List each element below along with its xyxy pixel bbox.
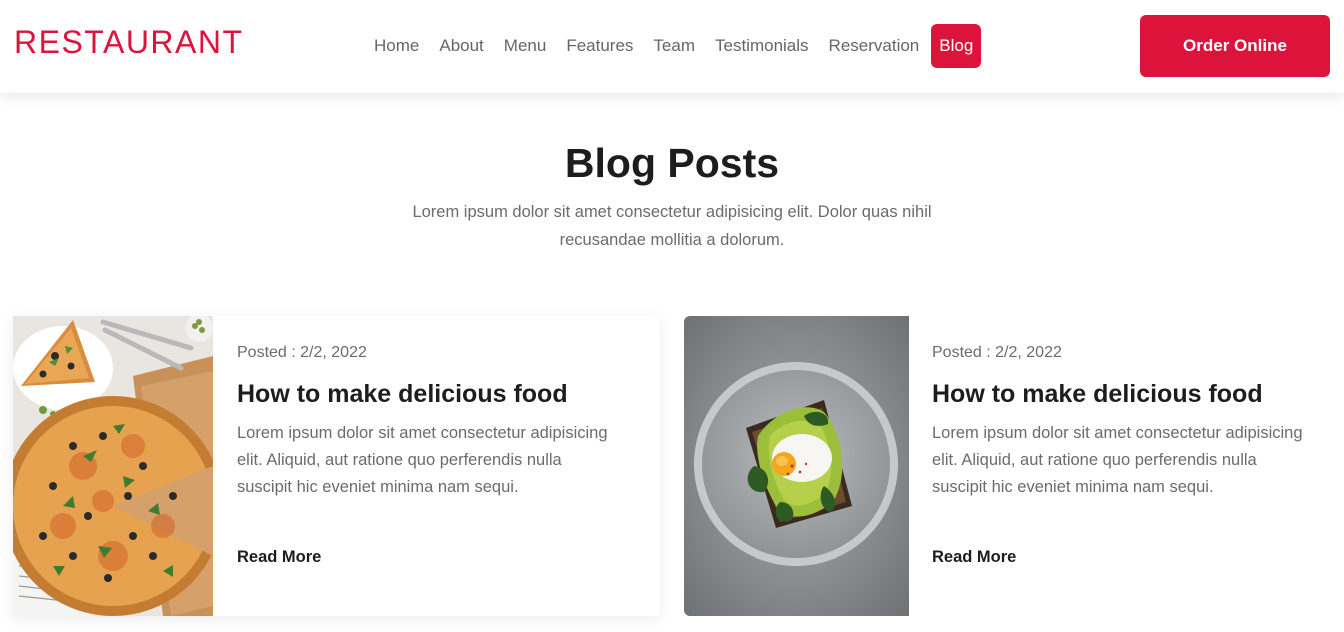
section-title: Blog Posts xyxy=(564,140,780,186)
nav-reservation[interactable]: Reservation xyxy=(819,24,930,68)
nav-blog[interactable]: Blog xyxy=(931,24,982,68)
order-online-button[interactable]: Order Online xyxy=(1140,15,1330,77)
nav-menu[interactable]: Menu xyxy=(494,24,557,68)
nav-team[interactable]: Team xyxy=(643,24,705,68)
avocado-toast-image xyxy=(684,316,909,616)
read-more-link[interactable]: Read More xyxy=(932,548,1016,567)
pizza-photo[interactable] xyxy=(13,316,213,616)
nav-testimonials[interactable]: Testimonials xyxy=(705,24,819,68)
blog-card: Posted : 2/2, 2022 How to make delicious… xyxy=(13,316,660,616)
post-title[interactable]: How to make delicious food xyxy=(237,380,568,409)
section-subtitle: Lorem ipsum dolor sit amet consectetur a… xyxy=(412,203,932,249)
site-header: RESTAURANT Home About Menu Features Team… xyxy=(0,0,1344,93)
post-excerpt: Lorem ipsum dolor sit amet consectetur a… xyxy=(932,424,1303,496)
nav-about[interactable]: About xyxy=(429,24,493,68)
nav-features[interactable]: Features xyxy=(556,24,643,68)
nav-home[interactable]: Home xyxy=(364,24,429,68)
avocado-toast-photo[interactable] xyxy=(684,316,909,616)
main-nav: Home About Menu Features Team Testimonia… xyxy=(364,24,982,68)
post-date: Posted : 2/2, 2022 xyxy=(237,344,367,361)
pizza-image xyxy=(13,316,213,616)
post-title[interactable]: How to make delicious food xyxy=(932,380,1263,409)
read-more-link[interactable]: Read More xyxy=(237,548,321,567)
post-excerpt: Lorem ipsum dolor sit amet consectetur a… xyxy=(237,424,608,496)
post-date: Posted : 2/2, 2022 xyxy=(932,344,1062,361)
blog-card: Posted : 2/2, 2022 How to make delicious… xyxy=(684,316,1344,616)
site-logo[interactable]: RESTAURANT xyxy=(14,24,244,61)
